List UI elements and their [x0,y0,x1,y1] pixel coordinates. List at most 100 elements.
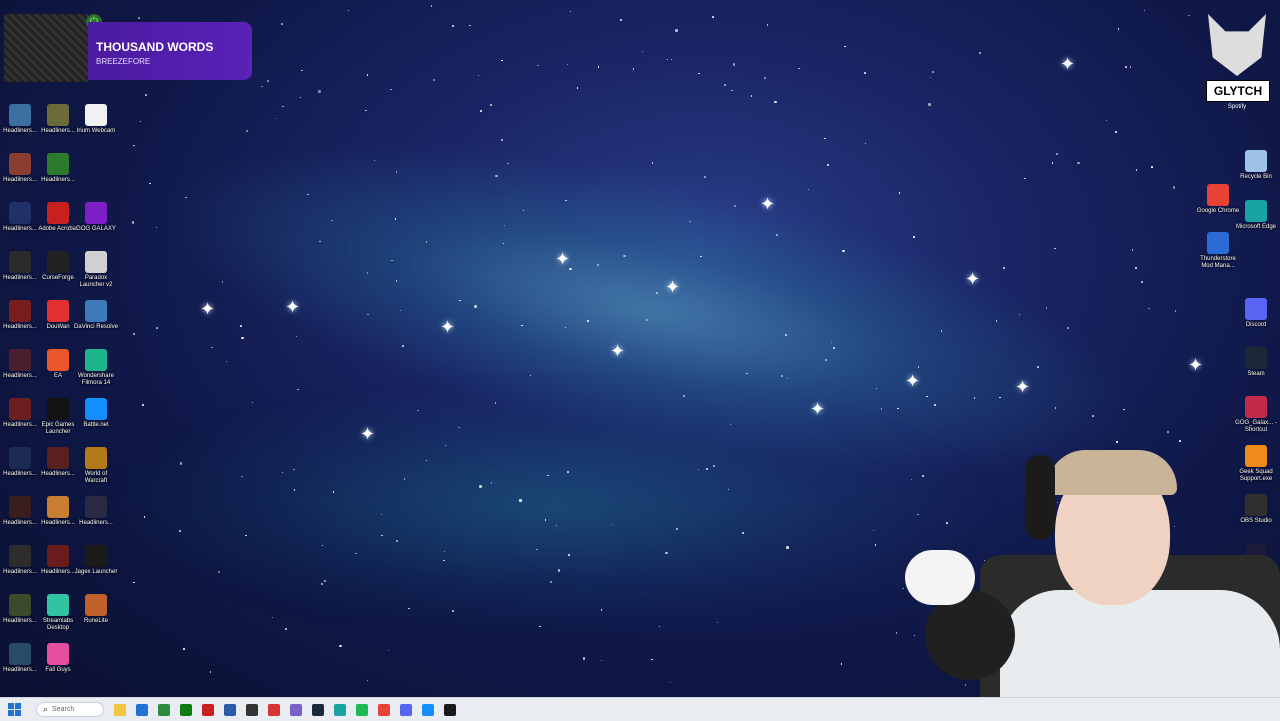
desktop-icon[interactable]: Jagex Launcher [75,545,117,576]
desktop-icon[interactable]: GOG_Galax... - Shortcut [1235,396,1277,434]
sparkle-star: ✦ [1060,54,1076,74]
steam-icon[interactable] [312,703,324,716]
app-icon [1207,232,1229,254]
star [261,85,263,88]
star [179,530,181,532]
star [149,182,151,185]
desktop-icon[interactable]: Discord [1236,298,1276,329]
star [764,77,766,79]
desktop-icon[interactable]: Headliners... [38,496,78,527]
desktop-icon[interactable]: Headliners... [0,496,40,527]
desktop-icon[interactable]: CurseForge [38,251,78,282]
desktop-icon[interactable]: World of Warcraft [76,447,116,485]
desktop-icon[interactable]: Headliners... [0,594,40,625]
star [347,9,350,12]
desktop-icon[interactable]: Wondershare Filmora 14 [76,349,116,387]
star [366,272,369,274]
star [156,327,158,329]
star [245,534,247,537]
edge-icon[interactable] [334,703,346,716]
star [880,408,882,410]
star [209,671,212,673]
app-icon [47,545,69,567]
star [1135,169,1138,171]
sparkle-star: ✦ [760,194,776,214]
app-icon [9,447,31,469]
desktop-icon[interactable]: Headliners... [0,104,40,135]
store-icon[interactable] [136,703,148,716]
desktop-icon[interactable]: Epic Games Launcher [38,398,78,436]
desktop-icon[interactable]: Paradox Launcher v2 [76,251,116,289]
sparkle-star: ✦ [360,424,376,444]
desktop-icon[interactable]: Headliners... [0,398,40,429]
app-icon [47,349,69,371]
chrome-icon[interactable] [378,703,390,716]
obs-icon[interactable] [246,703,258,716]
star [402,345,404,347]
app-icon [47,104,69,126]
search-icon: ⌕ [43,704,49,714]
star [1115,131,1117,133]
app5-icon[interactable] [400,703,412,716]
desktop-icon[interactable]: Headliners... [0,349,40,380]
desktop-icon[interactable]: Microsoft Edge [1236,200,1276,231]
desktop-icon[interactable]: Adobe Acrobat [38,202,78,233]
app-icon [9,496,31,518]
app2-icon[interactable] [224,703,236,716]
desktop-icon[interactable]: Headliners... [0,643,40,674]
desktop-icon[interactable]: Thunderstore Mod Mana... [1198,232,1238,270]
desktop-icon[interactable]: GOG GALAXY [76,202,116,233]
star [246,130,248,132]
star [281,23,283,25]
desktop-icon[interactable]: Irium Webcam [76,104,116,135]
star [1117,28,1120,30]
app4-icon[interactable] [290,703,302,716]
desktop-icon[interactable]: Streamlabs Desktop [38,594,78,632]
battlenet-icon[interactable] [422,703,434,716]
star [651,658,653,661]
star [597,264,599,266]
desktop-icon[interactable]: Recycle Bin [1236,150,1276,181]
star [293,489,296,491]
star [798,67,800,70]
desktop-icon[interactable]: Headliners... [38,104,78,135]
desktop-icon[interactable]: Battle.net [76,398,116,429]
star [490,482,493,484]
app-icon[interactable] [202,703,214,716]
terminal-icon[interactable] [444,703,456,716]
desktop-icon[interactable]: Headliners... [0,153,40,184]
desktop-icon[interactable]: Headliners... [38,545,78,576]
star [807,188,810,191]
start-button[interactable] [8,702,22,717]
desktop-icon[interactable]: Headliners... [0,447,40,478]
star [459,299,461,302]
sparkle-star: ✦ [665,277,681,297]
xbox-icon[interactable] [180,703,192,716]
desktop-icon[interactable]: Headliners... [38,447,78,478]
star [143,516,145,518]
star [704,176,706,178]
desktop-icon[interactable]: RuneLite [76,594,116,625]
app-icon [47,447,69,469]
star [940,330,943,332]
desktop-icon[interactable]: Headliners... [0,251,40,282]
desktop-icon[interactable]: Headliners... [0,545,40,576]
desktop-icon[interactable]: Fall Guys [38,643,78,674]
desktop-icon[interactable]: DouWan [38,300,78,331]
desktop-icon[interactable]: Headliners... [76,496,116,527]
desktop-icon[interactable]: Google Chrome [1197,184,1239,215]
desktop-icon[interactable]: DaVinci Resolve [74,300,118,331]
star [731,89,733,92]
desktop-icon[interactable]: EA [38,349,78,380]
desktop-icon[interactable]: Headliners... [0,202,40,233]
desktop-icon[interactable]: Headliners... [0,300,40,331]
search-box[interactable]: ⌕ Search [36,702,104,717]
spotify-icon[interactable] [356,703,368,716]
star [299,96,302,98]
star [324,580,326,582]
app3-icon[interactable] [268,703,280,716]
desktop-icon[interactable]: Steam [1236,347,1276,378]
mail-icon[interactable] [158,703,170,716]
desktop-icon[interactable]: Headliners... [38,153,78,184]
explorer-icon[interactable] [114,703,126,716]
